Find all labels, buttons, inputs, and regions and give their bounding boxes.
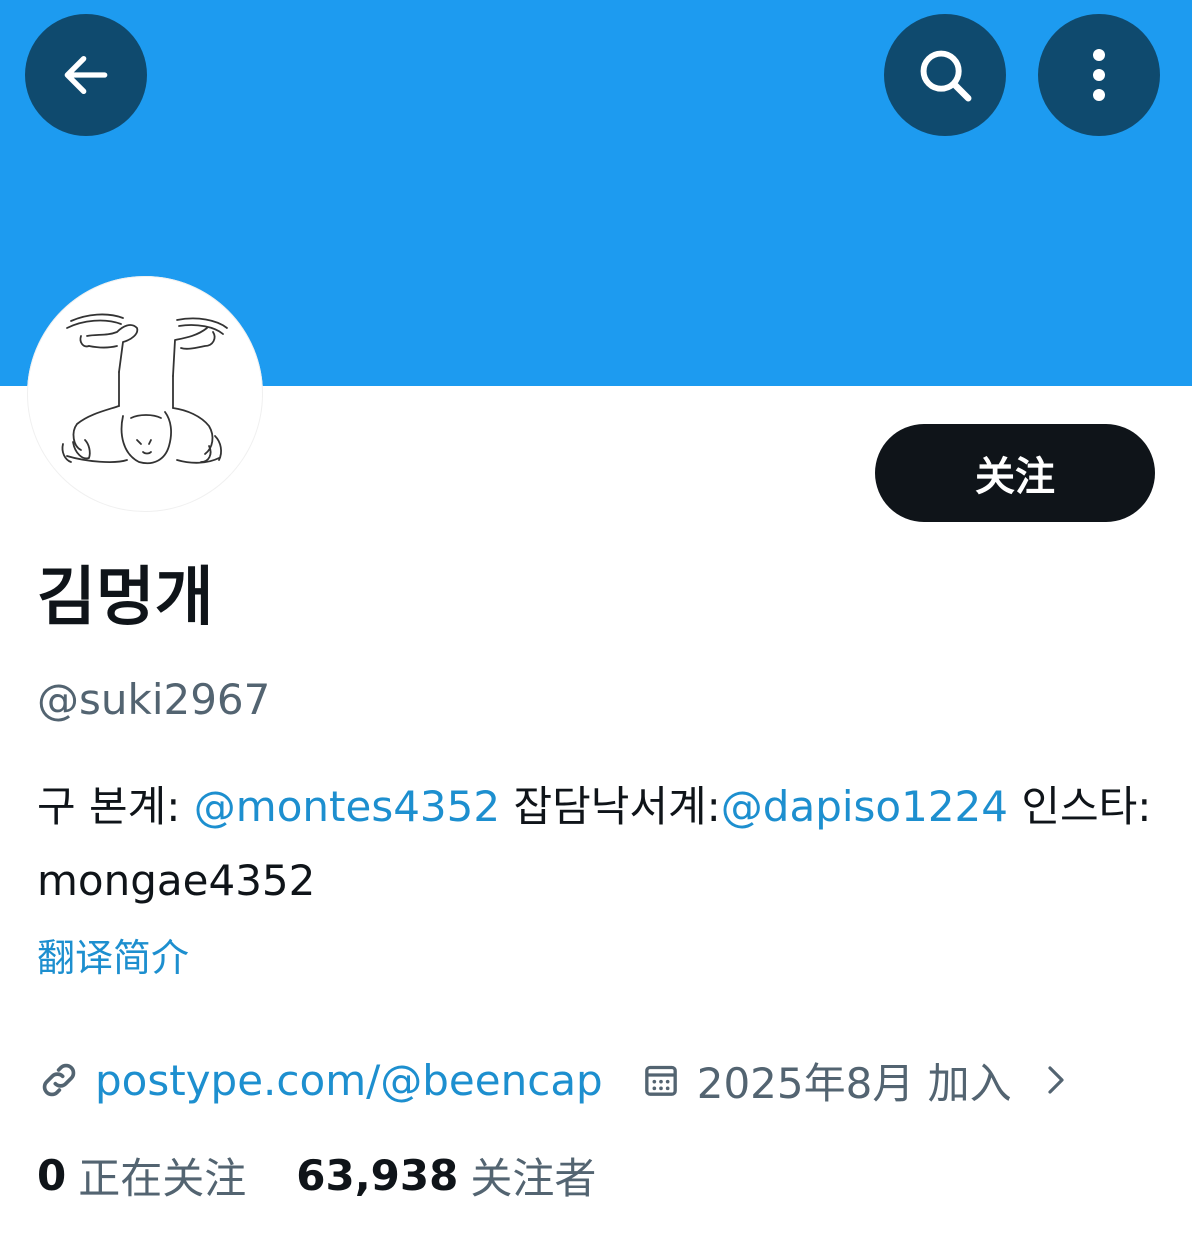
bio-mention-link[interactable]: @montes4352 bbox=[194, 782, 500, 831]
avatar-sketch-icon bbox=[61, 313, 228, 465]
expand-details-button[interactable] bbox=[1042, 1060, 1072, 1100]
followers-count: 63,938 bbox=[296, 1150, 459, 1200]
following-link[interactable]: 0 正在关注 bbox=[37, 1145, 246, 1206]
chevron-right-icon bbox=[1048, 1066, 1064, 1094]
calendar-icon bbox=[644, 1065, 677, 1096]
search-button[interactable] bbox=[884, 14, 1006, 136]
profile-bio: 구 본계: @montes4352 잡담낙서계:@dapiso1224 인스타:… bbox=[37, 770, 1157, 918]
link-icon bbox=[42, 1063, 76, 1097]
bio-mention-link[interactable]: @dapiso1224 bbox=[721, 782, 1008, 831]
bio-text-middle: 잡담낙서계: bbox=[500, 782, 721, 831]
follow-button[interactable]: 关注 bbox=[875, 424, 1155, 522]
joined-date: 2025年8月 加入 bbox=[696, 1058, 1012, 1108]
following-label: 正在关注 bbox=[78, 1153, 247, 1203]
followers-label: 关注者 bbox=[470, 1153, 597, 1203]
website-link[interactable]: postype.com/@beencap bbox=[95, 1056, 603, 1105]
more-vertical-icon bbox=[1093, 49, 1105, 101]
bio-text-prefix: 구 본계: bbox=[37, 782, 194, 831]
profile-meta: postype.com/@beencap 2025年8月 加入 bbox=[37, 1050, 1072, 1110]
back-button[interactable] bbox=[25, 14, 147, 136]
translate-bio-link[interactable]: 翻译简介 bbox=[37, 932, 189, 984]
avatar[interactable] bbox=[27, 276, 263, 512]
display-name: 김멍개 bbox=[37, 561, 214, 635]
arrow-left-icon bbox=[64, 55, 108, 95]
search-icon bbox=[920, 50, 972, 102]
user-handle: @suki2967 bbox=[37, 675, 271, 724]
follow-stats: 0 正在关注 63,938 关注者 bbox=[37, 1144, 596, 1206]
followers-link[interactable]: 63,938 关注者 bbox=[296, 1145, 596, 1206]
following-count: 0 bbox=[37, 1150, 67, 1200]
more-options-button[interactable] bbox=[1038, 14, 1160, 136]
